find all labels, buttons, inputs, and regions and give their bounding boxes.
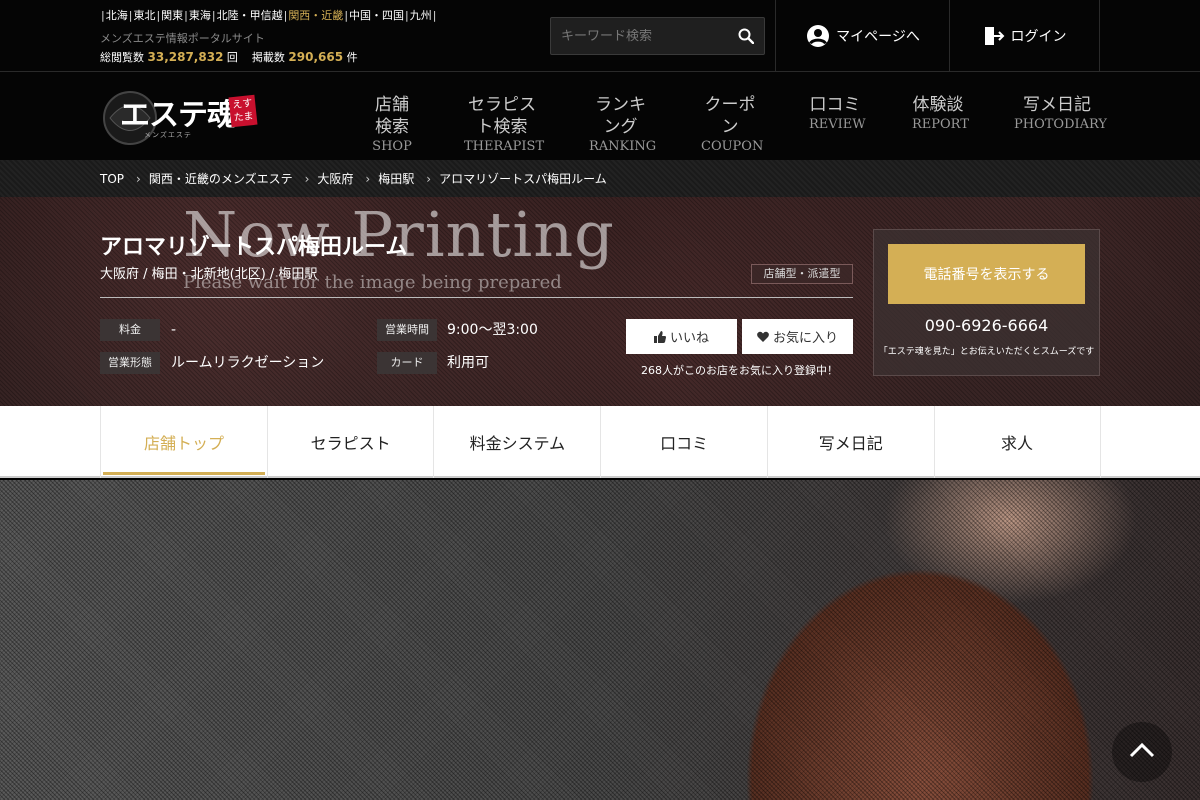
breadcrumb-item[interactable]: 梅田駅: [378, 170, 414, 187]
nav-item-label: クーポン: [704, 95, 756, 137]
shop-main-photo: [0, 480, 1200, 800]
thumbs-up-icon: [653, 330, 666, 343]
site-logo[interactable]: エステ魂 えすたま メンズエステ: [100, 86, 260, 148]
nav-item-sublabel: SHOP: [372, 139, 412, 154]
tab-item[interactable]: 料金システム: [433, 406, 600, 478]
site-tagline: メンズエステ情報ポータルサイト: [100, 32, 265, 45]
nav-item-therapist[interactable]: セラピスト検索 THERAPIST: [464, 94, 545, 156]
area-link[interactable]: 九州: [410, 8, 432, 24]
show-tel-button[interactable]: 電話番号を表示する: [888, 244, 1085, 304]
nav-item-sublabel: THERAPIST: [464, 139, 545, 154]
tab-item[interactable]: 口コミ: [600, 406, 767, 478]
area-links: | 北海 | 東北 | 関東 | 東海 | 北陸・甲信越 | 関西・近畿 | 中国・四国 | 九州 |: [100, 8, 540, 24]
nav-item-sublabel: COUPON: [701, 139, 764, 154]
breadcrumb: TOP › 関西・近畿のメンズエステ › 大阪府 › 梅田駅 › アロマリゾートスパ梅田ルーム: [0, 160, 1200, 197]
price-value: -: [171, 322, 177, 338]
divider: [100, 297, 853, 298]
chevron-right-icon: ›: [136, 171, 141, 186]
chevron-right-icon: ›: [426, 171, 432, 186]
favorite-label: お気に入り: [772, 331, 838, 346]
nav-item-label: 写メ日記: [1023, 95, 1091, 115]
login-label: ログイン: [1010, 29, 1067, 45]
favorite-count: 268人がこのお店をお気に入り登録中！: [641, 364, 838, 377]
hours-label: 営業時間: [377, 319, 437, 341]
count1-unit: 回: [226, 51, 238, 64]
user-icon: [806, 24, 830, 48]
top-left-info: | 北海 | 東北 | 関東 | 東海 | 北陸・甲信越 | 関西・近畿 | 中国・四国 | 九州 | メンズエ…: [100, 8, 540, 65]
now-printing-title: Now Printing: [183, 198, 615, 271]
tab-item[interactable]: 写メ日記: [766, 406, 934, 478]
breadcrumb-item[interactable]: TOP: [100, 172, 124, 186]
chevron-up-icon: [1129, 742, 1155, 762]
top-utility-bar: | 北海 | 東北 | 関東 | 東海 | 北陸・甲信越 | 関西・近畿 | 中国・四国 | 九州 | メンズエ…: [0, 0, 1200, 72]
card-label: カード: [377, 352, 437, 374]
count2-unit: 件: [346, 51, 358, 64]
nav-item-review[interactable]: 口コミ REVIEW: [809, 94, 866, 134]
nav-item-sublabel: PHOTODIARY: [1014, 117, 1107, 132]
breadcrumb-item: アロマリゾートスパ梅田ルーム: [439, 172, 607, 186]
search-input[interactable]: [551, 28, 721, 44]
logo-text: エステ魂: [120, 98, 237, 133]
nav-item-sublabel: REVIEW: [809, 117, 866, 132]
area-link[interactable]: 中国・四国: [349, 8, 404, 24]
logo-badge: えすたま: [228, 94, 258, 128]
mypage-button[interactable]: マイページへ: [775, 0, 950, 72]
area-link[interactable]: 北陸・甲信越: [217, 8, 283, 24]
nav-item-ranking[interactable]: ランキング RANKING: [589, 94, 657, 156]
area-separator: |: [432, 9, 437, 22]
login-icon: [983, 25, 1005, 47]
type-value: ルームリラクゼーション: [171, 355, 325, 371]
chevron-right-icon: ›: [304, 171, 310, 186]
favorite-button[interactable]: お気に入り: [742, 319, 853, 354]
shop-type-badge: 店舗型・派遣型: [751, 264, 853, 284]
chevron-right-icon: ›: [365, 171, 371, 186]
now-printing-subtitle: Please wait for the image being prepared: [183, 272, 562, 293]
count2-label: 掲載数: [251, 51, 285, 64]
area-link[interactable]: 東北: [133, 8, 155, 24]
area-link[interactable]: 関東: [161, 8, 183, 24]
nav-item-label: ランキング: [595, 95, 646, 137]
count2-value: 290,665: [288, 50, 344, 64]
site-counts: 総閲覧数 33,287,832 回 掲載数 290,665 件: [100, 50, 540, 65]
nav-item-coupon[interactable]: クーポン COUPON: [701, 94, 764, 156]
like-label: いいね: [669, 331, 709, 346]
hours-value: 9:00〜翌3:00: [447, 322, 538, 338]
breadcrumb-item[interactable]: 大阪府: [317, 170, 353, 187]
type-label: 営業形態: [100, 352, 160, 374]
tel-number[interactable]: 090-6926-6664: [874, 316, 1099, 335]
logo-subtitle: メンズエステ: [144, 131, 192, 139]
count1-value: 33,287,832: [147, 50, 224, 64]
count1-label: 総閲覧数: [100, 51, 144, 64]
tel-panel: 電話番号を表示する 090-6926-6664 「エステ魂を見た」とお伝えいただ…: [873, 229, 1100, 376]
nav-item-shop[interactable]: 店舗検索 SHOP: [370, 94, 414, 156]
search-icon[interactable]: [738, 28, 755, 45]
nav-item-report[interactable]: 体験談 REPORT: [912, 94, 969, 134]
like-button[interactable]: いいね: [626, 319, 737, 354]
mypage-label: マイページへ: [836, 29, 920, 45]
nav-item-sublabel: RANKING: [589, 139, 657, 154]
nav-item-sublabel: REPORT: [912, 117, 969, 132]
area-link[interactable]: 関西・近畿: [288, 8, 343, 24]
nav-items: 店舗検索 SHOP セラピスト検索 THERAPIST ランキング RANKING クーポン…: [340, 94, 1120, 154]
login-button[interactable]: ログイン: [949, 0, 1100, 72]
card-value: 利用可: [447, 355, 489, 371]
scroll-to-top-button[interactable]: [1112, 722, 1172, 782]
area-link[interactable]: 東海: [189, 8, 211, 24]
search-box: [550, 17, 765, 55]
nav-item-label: セラピスト検索: [468, 95, 536, 137]
tab-item[interactable]: セラピスト: [266, 406, 434, 478]
breadcrumb-item[interactable]: 関西・近畿のメンズエステ: [149, 170, 293, 187]
area-link[interactable]: 北海: [106, 8, 128, 24]
tab-item[interactable]: 店舗トップ: [100, 406, 267, 478]
nav-item-label: 店舗検索: [375, 95, 409, 137]
tel-note: 「エステ魂を見た」とお伝えいただくとスムーズです: [878, 347, 1095, 357]
nav-item-label: 体験談: [912, 95, 964, 115]
price-label: 料金: [100, 319, 160, 341]
nav-item-label: 口コミ: [809, 95, 861, 115]
shop-tabs: 店舗トップ セラピスト 料金システム 口コミ 写メ日記 求人: [0, 406, 1200, 478]
tab-item[interactable]: 求人: [933, 406, 1101, 478]
nav-item-photodiary[interactable]: 写メ日記 PHOTODIARY: [1014, 94, 1107, 134]
heart-icon: [757, 331, 769, 343]
